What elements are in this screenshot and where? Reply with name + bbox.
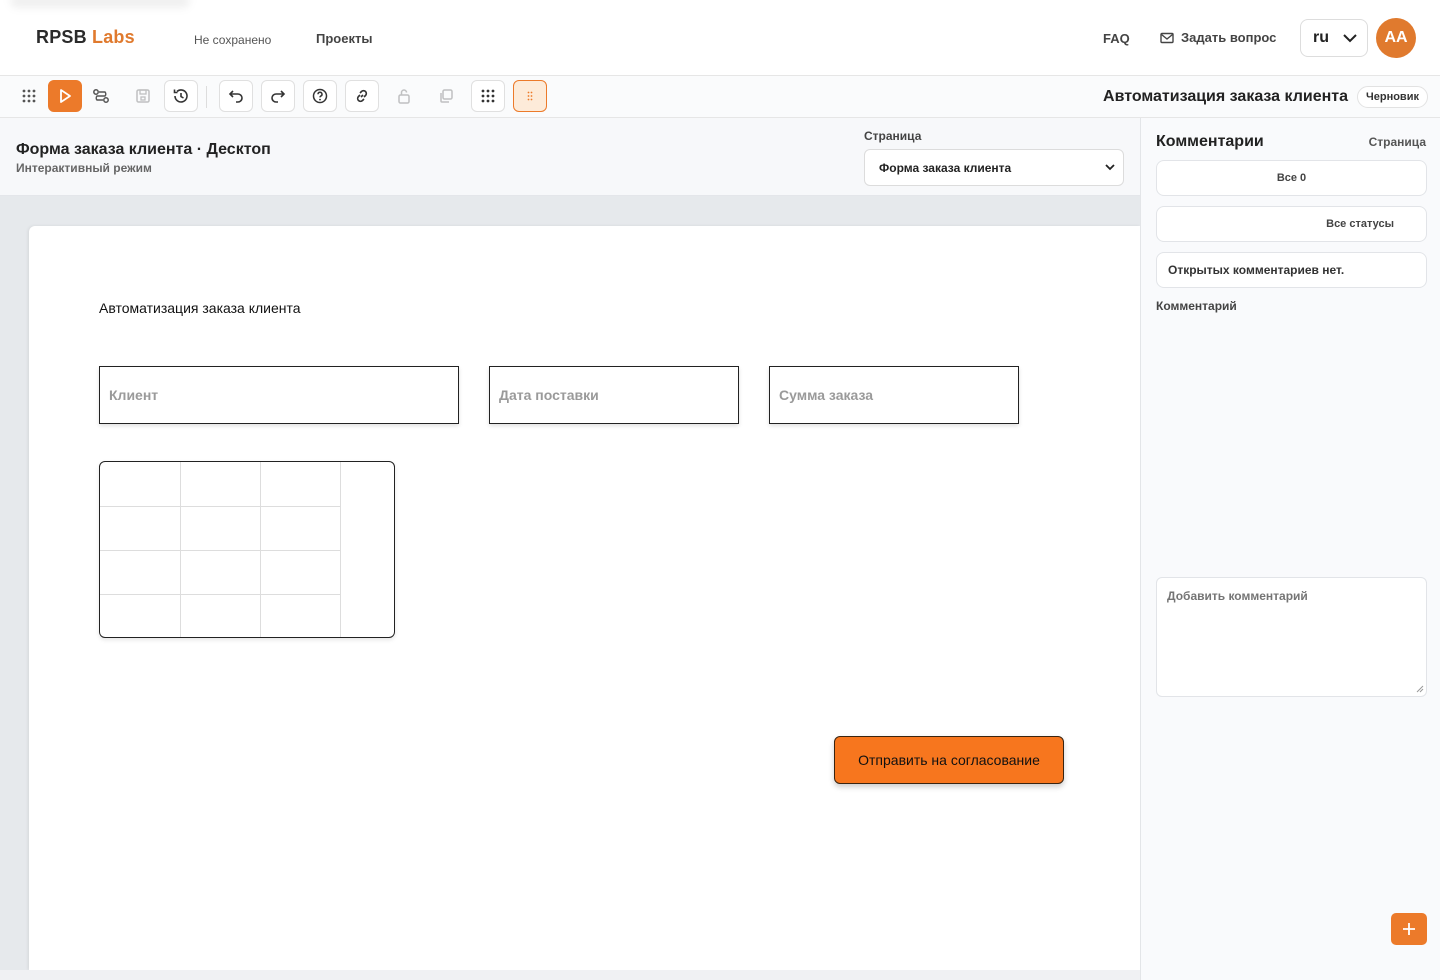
- table-cell[interactable]: [180, 550, 261, 595]
- ask-question-link[interactable]: Задать вопрос: [1160, 30, 1276, 45]
- ask-question-label: Задать вопрос: [1181, 30, 1277, 45]
- plus-icon: [1403, 923, 1415, 935]
- form-title: Автоматизация заказа клиента: [99, 300, 301, 316]
- comment-label: Комментарий: [1156, 299, 1237, 313]
- status-badge: Черновик: [1357, 86, 1428, 108]
- page-mode-label: Интерактивный режим: [16, 161, 152, 175]
- grid-dots-icon: [22, 89, 36, 103]
- toolbar-divider: [206, 86, 207, 108]
- chevron-down-icon: [1343, 34, 1357, 43]
- page-select[interactable]: Форма заказа клиента: [864, 149, 1124, 186]
- table-cell[interactable]: [100, 462, 181, 507]
- order-amount-field[interactable]: Сумма заказа: [769, 366, 1019, 424]
- unlock-button[interactable]: [387, 80, 421, 112]
- table-row: [100, 550, 341, 595]
- flow-button[interactable]: [84, 80, 118, 112]
- route-icon: [93, 89, 109, 103]
- page-select-value: Форма заказа клиента: [879, 160, 1012, 175]
- table-row: [100, 506, 341, 551]
- question-circle-icon: [312, 88, 328, 104]
- undo-icon: [228, 90, 243, 103]
- table-cell[interactable]: [100, 594, 181, 637]
- redo-button[interactable]: [261, 80, 295, 112]
- chevron-down-icon: [1105, 164, 1115, 171]
- play-icon: [60, 89, 71, 103]
- unlock-icon: [398, 89, 410, 104]
- table-cell[interactable]: [260, 506, 341, 551]
- history-button[interactable]: [164, 80, 198, 112]
- floppy-disk-icon: [136, 89, 150, 103]
- table-cell[interactable]: [260, 550, 341, 595]
- table-cell[interactable]: [260, 594, 341, 637]
- logo-main-text: RPSB: [36, 27, 87, 47]
- comments-filter-all[interactable]: Все 0: [1156, 160, 1427, 196]
- table-cell[interactable]: [260, 462, 341, 507]
- copy-icon: [440, 89, 453, 103]
- play-mode-button[interactable]: [48, 80, 82, 112]
- table-cell[interactable]: [180, 462, 261, 507]
- document-title: Автоматизация заказа клиента: [1103, 88, 1348, 105]
- data-table-grid: [100, 462, 341, 637]
- resize-grip-icon[interactable]: [1416, 685, 1424, 693]
- save-button[interactable]: [126, 80, 160, 112]
- comment-input[interactable]: [1156, 577, 1427, 697]
- link-button[interactable]: [345, 80, 379, 112]
- history-icon: [173, 89, 188, 103]
- grid-dots-icon: [481, 89, 495, 103]
- page-select-label: Страница: [864, 129, 922, 143]
- user-avatar[interactable]: AA: [1376, 18, 1416, 58]
- artboard: Автоматизация заказа клиента Клиент Дата…: [29, 226, 1140, 970]
- app-logo[interactable]: RPSB Labs: [36, 27, 135, 48]
- duplicate-button[interactable]: [429, 80, 463, 112]
- table-row: [100, 594, 341, 637]
- table-row: [100, 462, 341, 507]
- help-button[interactable]: [303, 80, 337, 112]
- data-table[interactable]: [99, 461, 395, 638]
- client-field[interactable]: Клиент: [99, 366, 459, 424]
- drag-handle-icon: [527, 91, 533, 101]
- redo-icon: [271, 90, 286, 103]
- top-header: RPSB Labs Не сохранено Проекты FAQ Задат…: [0, 0, 1440, 76]
- page-subheader: Форма заказа клиента · Десктоп Интеракти…: [0, 118, 1140, 196]
- language-value: ru: [1313, 29, 1329, 46]
- drag-handle-button[interactable]: [513, 80, 547, 112]
- table-cell[interactable]: [100, 506, 181, 551]
- add-comment-button[interactable]: [1391, 913, 1427, 945]
- link-icon: [356, 89, 368, 103]
- save-status: Не сохранено: [194, 33, 272, 47]
- delivery-date-field[interactable]: Дата поставки: [489, 366, 739, 424]
- comments-status-filter[interactable]: Все статусы: [1156, 206, 1427, 242]
- submit-approval-button[interactable]: Отправить на согласование: [834, 736, 1064, 784]
- comments-title: Комментарии: [1156, 133, 1264, 150]
- mail-icon: [1160, 32, 1174, 43]
- table-cell[interactable]: [100, 550, 181, 595]
- comments-panel: Комментарии Страница Все 0 Все статусы О…: [1140, 118, 1440, 980]
- blurred-tab-shadow: [10, 0, 190, 8]
- undo-button[interactable]: [219, 80, 253, 112]
- canvas-bottom-strip: [0, 970, 1140, 980]
- nav-faq-link[interactable]: FAQ: [1103, 31, 1130, 46]
- page-title: Форма заказа клиента · Десктоп: [16, 141, 271, 158]
- comments-empty-message: Открытых комментариев нет.: [1156, 252, 1427, 288]
- table-cell[interactable]: [180, 506, 261, 551]
- nav-projects-link[interactable]: Проекты: [316, 31, 372, 46]
- comments-scope-toggle[interactable]: Страница: [1369, 135, 1426, 149]
- logo-accent-text: Labs: [92, 27, 135, 47]
- table-cell[interactable]: [180, 594, 261, 637]
- apps-grid-button[interactable]: [12, 80, 46, 112]
- language-select[interactable]: ru: [1300, 19, 1368, 57]
- components-button[interactable]: [471, 80, 505, 112]
